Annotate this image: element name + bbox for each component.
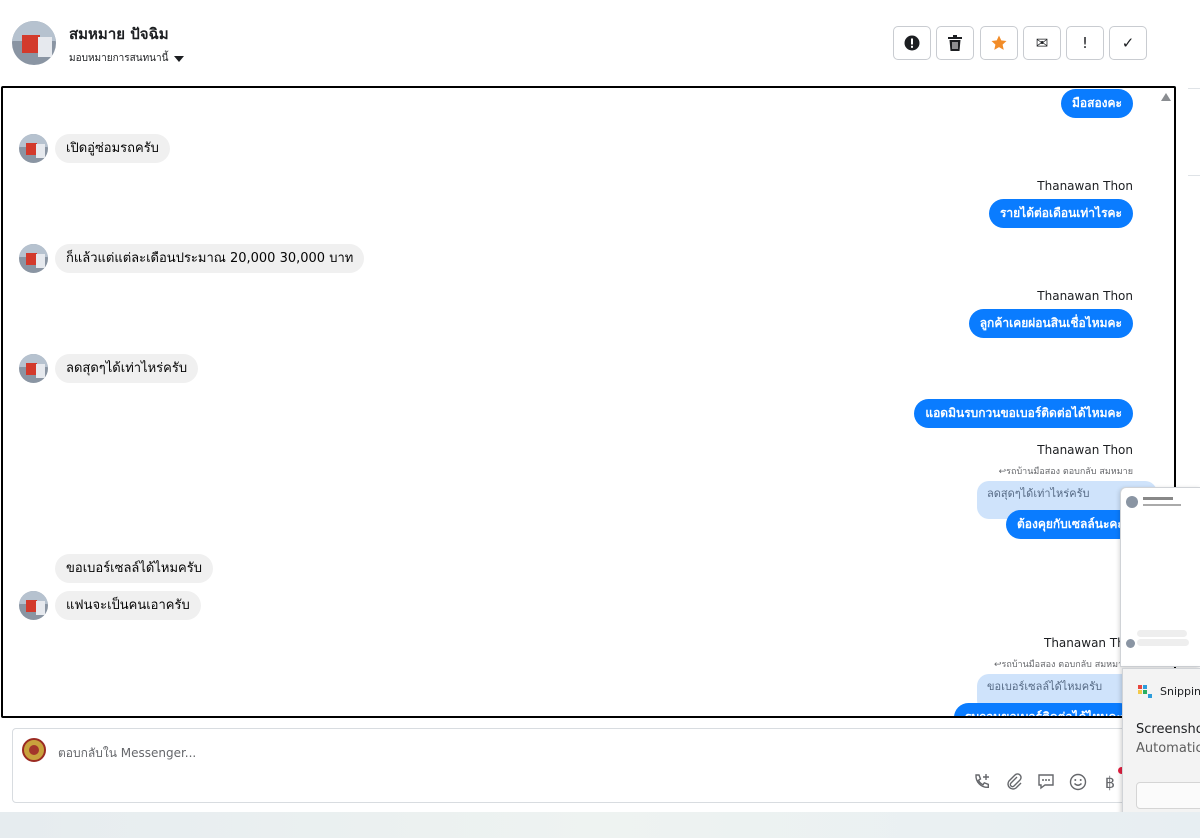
trash-icon	[948, 35, 962, 51]
outgoing-message[interactable]: แอดมินรบกวนขอเบอร์ติดต่อได้ไหมคะ	[914, 399, 1133, 428]
mark-unread-button[interactable]: ✉	[1023, 26, 1061, 60]
done-button[interactable]: ✓	[1109, 26, 1147, 60]
outgoing-message[interactable]: รบกวนขอเบอร์ติดต่อได้ไหมคะ	[954, 703, 1134, 716]
sender-name: Thanawan Thon	[1037, 443, 1133, 457]
contact-avatar-small[interactable]	[19, 244, 48, 273]
outgoing-message[interactable]: รายได้ต่อเดือนเท่าไรคะ	[988, 199, 1133, 228]
contact-name[interactable]: สมหมาย ปัจฉิม	[69, 22, 169, 46]
saved-replies-button[interactable]	[1035, 771, 1057, 793]
notification-subtitle: Automatically saved to screenshots folde…	[1136, 741, 1200, 756]
notification-action-button[interactable]	[1136, 782, 1200, 809]
conversation-panel: สมหมาย ปัจฉิม มอบหมายการสนทนานี้ ✉ ! ✓ ม…	[0, 0, 1176, 812]
caret-down-icon	[174, 55, 185, 62]
sender-name: Thanawan Thon	[1037, 289, 1133, 303]
phone-plus-button[interactable]	[971, 771, 993, 793]
outgoing-message[interactable]: ต้องคุยกับเซลล์นะคะ	[1006, 510, 1135, 539]
envelope-icon: ✉	[1035, 34, 1049, 52]
important-button[interactable]: !	[1066, 26, 1104, 60]
reply-meta: ↩รถบ้านมือสอง ตอบกลับ สมหมาย	[994, 660, 1129, 670]
incoming-message[interactable]: ลดสุดๆได้เท่าไหร่ครับ	[55, 354, 199, 383]
delete-button[interactable]	[936, 26, 974, 60]
star-button[interactable]	[980, 26, 1018, 60]
notification-app-name: Snipping Tool	[1160, 685, 1200, 698]
emoji-icon	[1069, 773, 1087, 791]
assign-label: มอบหมายการสนทนานี้	[69, 53, 169, 64]
message-composer[interactable]: ตอบกลับใน Messenger... ฿	[12, 728, 1152, 803]
paperclip-icon	[1007, 773, 1022, 790]
taskbar-edge	[0, 812, 1200, 838]
message-thread[interactable]: มือสองคะ เปิดอู่ซ่อมรถครับ Thanawan Thon…	[1, 86, 1176, 718]
contact-avatar-small[interactable]	[19, 354, 48, 383]
incoming-message[interactable]: ขอเบอร์เซลล์ได้ไหมครับ	[55, 554, 213, 583]
incoming-message[interactable]: ก็แล้วแต่แต่ละเดือนประมาณ 20,000 30,000 …	[55, 244, 365, 273]
notification-title: Screenshot copied to clipboard	[1136, 722, 1200, 737]
exclamation-icon: !	[1081, 34, 1088, 52]
payment-button[interactable]: ฿	[1099, 767, 1125, 793]
outgoing-message[interactable]: ลูกค้าเคยผ่อนสินเชื่อไหมคะ	[968, 309, 1133, 338]
emoji-button[interactable]	[1067, 771, 1089, 793]
baht-icon: ฿	[1104, 772, 1116, 792]
incoming-message[interactable]: แฟนจะเป็นคนเอาครับ	[55, 591, 201, 620]
phone-plus-icon	[975, 774, 989, 789]
conversation-header: สมหมาย ปัจฉิม มอบหมายการสนทนานี้ ✉ ! ✓	[0, 0, 1176, 86]
page-avatar	[22, 738, 46, 762]
reply-input-placeholder[interactable]: ตอบกลับใน Messenger...	[58, 744, 196, 763]
report-button[interactable]	[893, 26, 931, 60]
contact-avatar-small[interactable]	[19, 134, 48, 163]
scroll-up-arrow-icon[interactable]	[1161, 93, 1171, 101]
composer-toolbar: ฿	[971, 767, 1125, 793]
reply-meta: ↩รถบ้านมือสอง ตอบกลับ สมหมาย	[998, 467, 1133, 477]
contact-avatar-small[interactable]	[19, 591, 48, 620]
check-icon: ✓	[1121, 34, 1135, 52]
snipping-tool-notification[interactable]: Snipping Tool Screenshot copied to clipb…	[1122, 668, 1200, 826]
sender-name: Thanawan Thon	[1037, 179, 1133, 193]
assign-conversation-dropdown[interactable]: มอบหมายการสนทนานี้	[69, 51, 185, 66]
snipping-tool-logo-icon	[1138, 685, 1152, 699]
exclamation-circle-icon	[904, 35, 920, 51]
screen: สมหมาย ปัจฉิม มอบหมายการสนทนานี้ ✉ ! ✓ ม…	[0, 0, 1200, 838]
screenshot-thumbnail[interactable]	[1120, 487, 1200, 667]
speech-bubble-icon	[1038, 774, 1054, 790]
attach-button[interactable]	[1003, 771, 1025, 793]
star-icon	[991, 35, 1007, 50]
outgoing-message[interactable]: มือสองคะ	[1061, 89, 1133, 118]
incoming-message[interactable]: เปิดอู่ซ่อมรถครับ	[55, 134, 170, 163]
contact-avatar[interactable]	[12, 21, 56, 65]
